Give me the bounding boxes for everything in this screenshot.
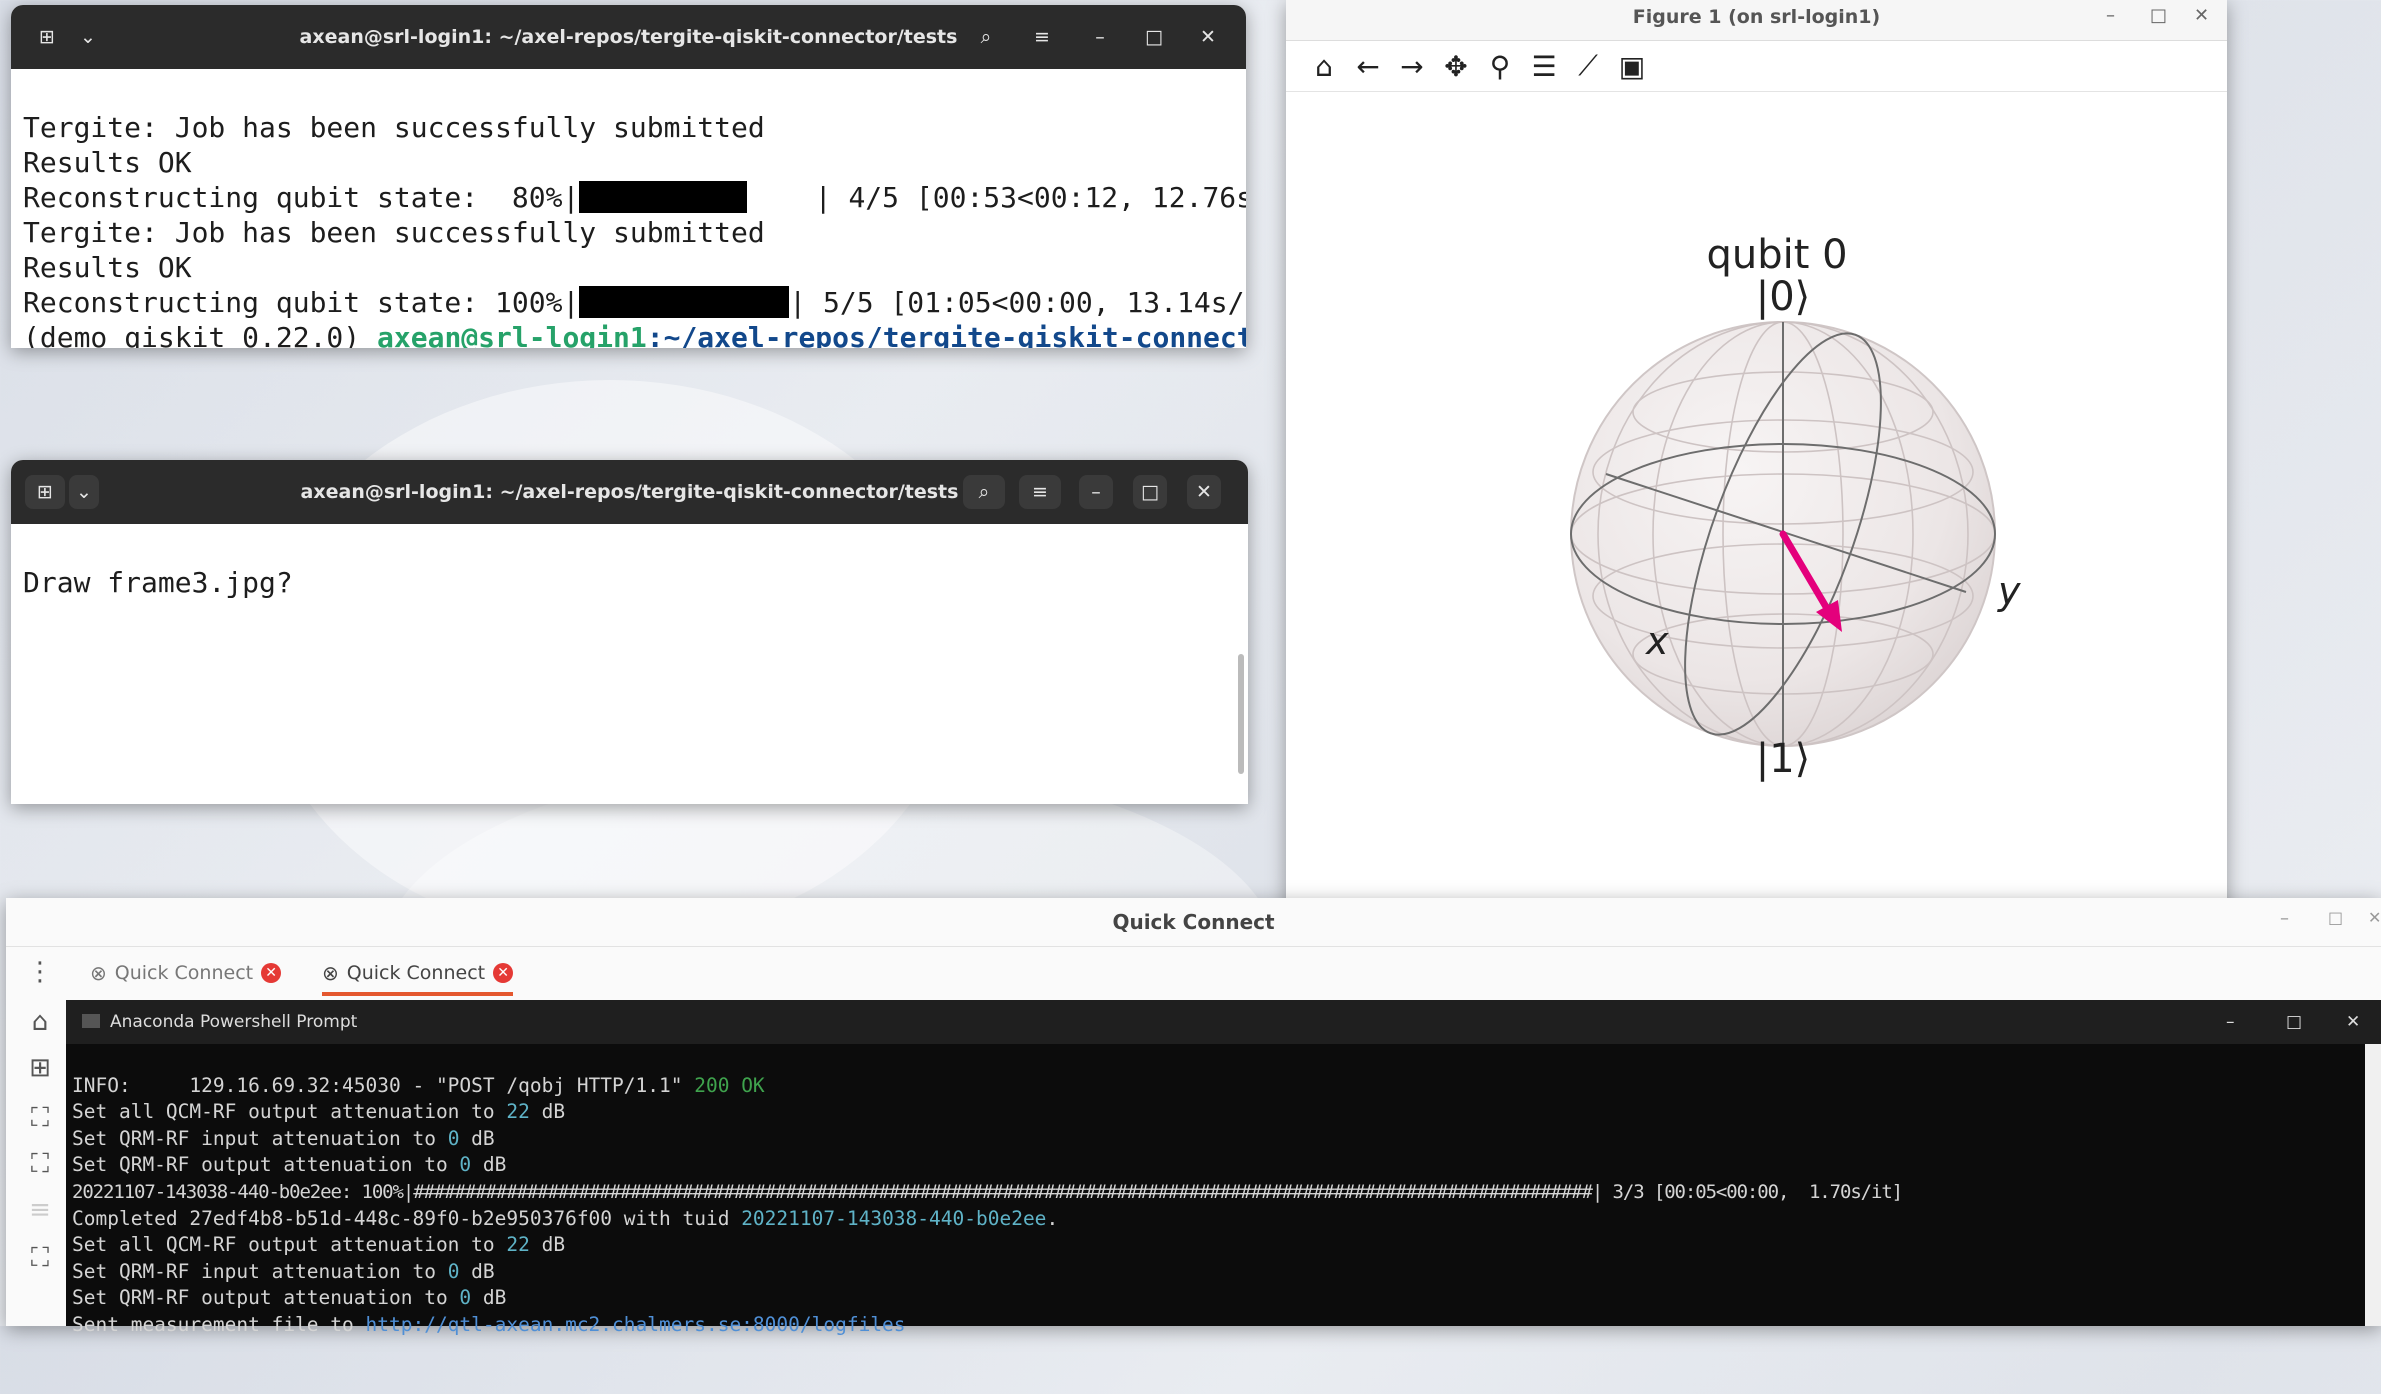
progress-line: Reconstructing qubit state: 100%| | 5/5 [… <box>23 286 1246 319</box>
terminal-output[interactable]: Draw frame3.jpg? <box>11 524 1248 796</box>
terminal-line: Draw frame3.jpg? <box>23 566 293 599</box>
forward-arrow-icon[interactable]: → <box>1394 48 1430 84</box>
screenshot-icon[interactable]: ⛶ <box>24 1102 56 1134</box>
powershell-titlebar[interactable]: Anaconda Powershell Prompt – □ ✕ <box>66 1000 2381 1044</box>
terminal-headerbar[interactable]: ⊞ ⌄ axean@srl-login1: ~/axel-repos/tergi… <box>11 460 1248 524</box>
close-tab-icon[interactable]: ✕ <box>261 963 282 983</box>
log-line: 20221107-143038-440-b0e2ee: 100%|#######… <box>72 1180 1903 1203</box>
shell-prompt: (demo_qiskit_0.22.0) axean@srl-login1:~/… <box>23 321 1246 348</box>
log-line: Set QRM-RF output attenuation to 0 dB <box>72 1153 507 1177</box>
fullscreen-icon[interactable]: ⛶ <box>24 1148 56 1180</box>
terminal-line: Tergite: Job has been successfully submi… <box>23 216 765 249</box>
window-title: Quick Connect <box>1112 910 1275 934</box>
add-session-icon[interactable]: ⊞ <box>24 1052 56 1084</box>
progress-bar <box>579 181 748 213</box>
home-icon[interactable]: ⌂ <box>24 1006 56 1038</box>
close-icon[interactable]: ✕ <box>2368 908 2381 927</box>
zoom-icon[interactable]: ⚲ <box>1482 48 1518 84</box>
progress-bar <box>579 286 790 318</box>
search-icon[interactable]: ⌕ <box>963 475 1005 509</box>
back-arrow-icon[interactable]: ← <box>1350 48 1386 84</box>
powershell-output[interactable]: INFO: 129.16.69.32:45030 - "POST /qobj H… <box>66 1044 2381 1394</box>
maximize-icon[interactable]: □ <box>2286 1000 2302 1044</box>
terminal-headerbar[interactable]: ⊞ ⌄ axean@srl-login1: ~/axel-repos/tergi… <box>11 5 1246 69</box>
log-line: Set QRM-RF output attenuation to 0 dB <box>72 1286 507 1310</box>
terminal-title: axean@srl-login1: ~/axel-repos/tergite-q… <box>300 481 959 503</box>
powershell-icon <box>82 1014 100 1028</box>
x-axis-label: x <box>1645 619 1669 663</box>
close-icon[interactable]: ✕ <box>2346 1000 2360 1044</box>
tab-quick-connect-2[interactable]: ⊗ Quick Connect ✕ <box>322 954 514 996</box>
pan-icon[interactable]: ✥ <box>1438 48 1474 84</box>
powershell-window[interactable]: Anaconda Powershell Prompt – □ ✕ INFO: 1… <box>66 1000 2381 1336</box>
terminal-line: Results OK <box>23 251 192 284</box>
terminal-line: Tergite: Job has been successfully submi… <box>23 111 765 144</box>
edit-axis-icon[interactable]: ⟋ <box>1570 48 1606 84</box>
minimize-icon[interactable]: – <box>2226 1000 2235 1044</box>
close-icon[interactable]: ✕ <box>2194 0 2209 36</box>
logfiles-link[interactable]: http://qtl-axean.mc2.chalmers.se:8000/lo… <box>366 1313 906 1336</box>
plot-title: qubit 0 <box>1706 232 1847 278</box>
log-line: Set all QCM-RF output attenuation to 22 … <box>72 1233 566 1257</box>
log-line: Set all QCM-RF output attenuation to 22 … <box>72 1100 566 1124</box>
maximize-icon[interactable]: □ <box>1137 20 1171 54</box>
close-tab-icon[interactable]: ✕ <box>493 963 514 983</box>
connection-icon: ⊗ <box>322 961 339 985</box>
minimize-icon[interactable]: – <box>1079 475 1113 509</box>
figure-toolbar: ⌂ ← → ✥ ⚲ ☰ ⟋ ▣ <box>1286 41 2227 92</box>
y-axis-label: y <box>1997 569 2021 613</box>
minimize-icon[interactable]: – <box>2280 908 2289 929</box>
maximize-icon[interactable]: □ <box>1133 475 1167 509</box>
home-icon[interactable]: ⌂ <box>1306 48 1342 84</box>
scrollbar[interactable] <box>1238 654 1244 774</box>
log-line: Completed 27edf4b8-b51d-448c-89f0-b2e950… <box>72 1206 1059 1230</box>
scrollbar[interactable] <box>2365 1044 2381 1326</box>
close-icon[interactable]: ✕ <box>1187 475 1221 509</box>
menu-icon[interactable]: ≡ <box>1019 475 1061 509</box>
close-icon[interactable]: ✕ <box>1191 20 1225 54</box>
tab-label: Quick Connect <box>346 962 486 984</box>
maximize-icon[interactable]: □ <box>2328 908 2343 927</box>
connection-icon: ⊗ <box>90 961 107 985</box>
list-icon[interactable]: ≡ <box>24 1194 56 1226</box>
save-icon[interactable]: ▣ <box>1614 48 1650 84</box>
quick-connect-window[interactable]: Quick Connect – □ ✕ ⋮ ⊗ Quick Connect ✕ … <box>6 898 2381 1336</box>
menu-icon[interactable]: ≡ <box>1021 20 1063 54</box>
tab-quick-connect-1[interactable]: ⊗ Quick Connect ✕ <box>90 954 282 992</box>
log-line: INFO: 129.16.69.32:45030 - "POST /qobj H… <box>72 1073 765 1097</box>
figure-title: Figure 1 (on srl-login1) <box>1632 6 1881 28</box>
tab-label: Quick Connect <box>114 962 254 984</box>
configure-subplots-icon[interactable]: ☰ <box>1526 48 1562 84</box>
more-options-icon[interactable]: ⋮ <box>24 956 56 988</box>
search-icon[interactable]: ⌕ <box>965 20 1007 54</box>
ket-1-label: |1⟩ <box>1756 736 1811 782</box>
fit-icon[interactable]: ⛶ <box>24 1242 56 1274</box>
log-line: Sent measurement file to http://qtl-axea… <box>72 1312 906 1336</box>
ket-0-label: |0⟩ <box>1756 274 1811 320</box>
figure-window[interactable]: Figure 1 (on srl-login1) – □ ✕ ⌂ ← → ✥ ⚲… <box>1286 0 2227 962</box>
figure-titlebar[interactable]: Figure 1 (on srl-login1) – □ ✕ <box>1286 0 2227 41</box>
progress-line: Reconstructing qubit state: 80%| | 4/5 [… <box>23 181 1246 214</box>
minimize-icon[interactable]: – <box>2106 0 2115 36</box>
maximize-icon[interactable]: □ <box>2150 0 2167 36</box>
log-line: Set QRM-RF input attenuation to 0 dB <box>72 1259 495 1283</box>
quick-connect-titlebar[interactable]: Quick Connect – □ ✕ <box>6 898 2381 947</box>
minimize-icon[interactable]: – <box>1083 20 1117 54</box>
log-line: Set QRM-RF input attenuation to 0 dB <box>72 1126 495 1150</box>
terminal-window-1[interactable]: ⊞ ⌄ axean@srl-login1: ~/axel-repos/tergi… <box>11 5 1246 348</box>
terminal-output[interactable]: Tergite: Job has been successfully submi… <box>11 69 1246 348</box>
terminal-line: Results OK <box>23 146 192 179</box>
terminal-window-2[interactable]: ⊞ ⌄ axean@srl-login1: ~/axel-repos/tergi… <box>11 460 1248 804</box>
powershell-title: Anaconda Powershell Prompt <box>110 1012 358 1032</box>
bloch-sphere-plot: qubit 0 |0⟩ x y |1⟩ <box>1570 232 2021 782</box>
